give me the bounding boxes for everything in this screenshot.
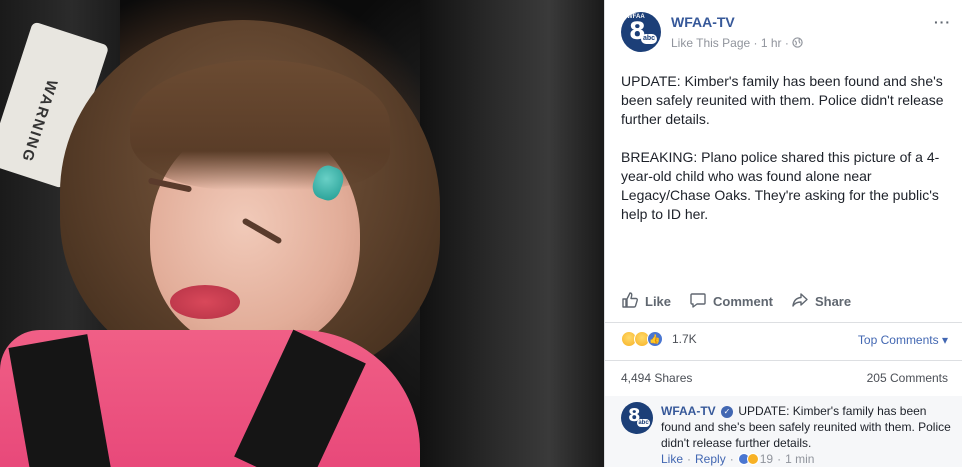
comment-section: 8 abc WFAA-TV ✓ UPDATE: Kimber's family … xyxy=(605,396,962,467)
child-bangs xyxy=(130,60,390,190)
shares-count[interactable]: 4,494 Shares xyxy=(621,371,692,385)
comment-abc-logo-icon: abc xyxy=(637,419,650,427)
post-header: WFAA 8 abc WFAA-TV Like This Page · 1 hr… xyxy=(621,12,951,56)
comment-avatar[interactable]: 8 abc xyxy=(621,402,653,434)
top-comments-dropdown[interactable]: Top Comments ▾ xyxy=(858,333,948,347)
comment-body: WFAA-TV ✓ UPDATE: Kimber's family has be… xyxy=(661,403,951,451)
thumbs-up-icon xyxy=(621,291,639,312)
child-lips xyxy=(170,285,240,319)
globe-icon xyxy=(792,36,803,50)
comment-sad-reaction-icon xyxy=(746,453,759,465)
comment-reaction-icons[interactable] xyxy=(737,453,759,465)
post-meta: Like This Page · 1 hr · xyxy=(671,36,803,50)
caret-down-icon: ▾ xyxy=(941,333,948,347)
comment-time[interactable]: 1 min xyxy=(785,452,814,466)
comment-dot-2: · xyxy=(729,452,734,466)
like-label: Like xyxy=(645,293,672,309)
post-panel: WFAA 8 abc WFAA-TV Like This Page · 1 hr… xyxy=(604,0,962,467)
post-time[interactable]: 1 hr xyxy=(761,36,782,50)
page-name-link[interactable]: WFAA-TV xyxy=(671,14,735,30)
page-avatar[interactable]: WFAA 8 abc xyxy=(621,12,661,52)
comment-reaction-count: 19 xyxy=(759,452,774,466)
share-button[interactable]: Share xyxy=(791,288,851,314)
verified-badge-icon: ✓ xyxy=(721,405,733,418)
comment-bubble-icon xyxy=(689,291,707,312)
comments-count[interactable]: 205 Comments xyxy=(867,371,948,385)
like-button[interactable]: Like xyxy=(621,288,671,314)
post-body: UPDATE: Kimber's family has been found a… xyxy=(621,73,944,222)
like-page-link[interactable]: Like This Page xyxy=(671,36,750,50)
more-options-icon[interactable]: ··· xyxy=(934,14,951,30)
meta-separator-2: · xyxy=(784,36,789,50)
comment-footer: Like · Reply · 19 · 1 min xyxy=(661,452,814,466)
comment-label: Comment xyxy=(713,293,773,309)
abc-logo-icon: abc xyxy=(641,34,657,44)
reactions-summary[interactable]: 👍 1.7K xyxy=(621,331,697,347)
share-arrow-icon xyxy=(791,291,809,312)
share-label: Share xyxy=(814,293,852,309)
warning-tag-text: WARNING xyxy=(17,77,61,166)
car-seat-right xyxy=(420,0,604,467)
comment-dot-3: · xyxy=(777,452,782,466)
meta-separator: · xyxy=(753,36,758,50)
reaction-count: 1.7K xyxy=(672,332,697,346)
divider-middle xyxy=(605,360,962,361)
comment-like-link[interactable]: Like xyxy=(661,452,683,466)
reaction-icons: 👍 xyxy=(621,331,663,347)
post-photo[interactable]: WARNING xyxy=(0,0,604,467)
like-reaction-icon: 👍 xyxy=(647,331,663,347)
top-comments-label: Top Comments xyxy=(857,333,939,347)
divider-top xyxy=(605,322,962,323)
comment-author[interactable]: WFAA-TV xyxy=(661,404,716,418)
post-actions: Like Comment Share xyxy=(621,288,951,314)
comment-button[interactable]: Comment xyxy=(689,288,773,314)
comment-reply-link[interactable]: Reply xyxy=(695,452,726,466)
comment-dot-1: · xyxy=(687,452,692,466)
